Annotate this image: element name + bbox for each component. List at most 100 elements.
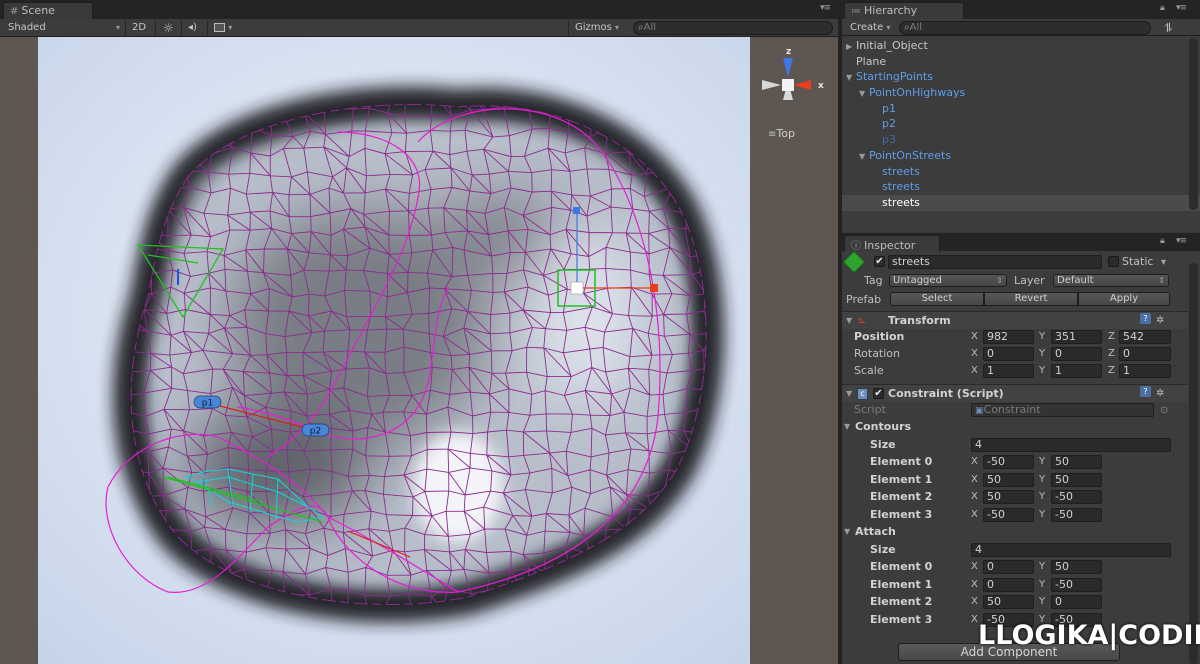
tree-item[interactable]: Plane	[842, 54, 1200, 70]
contours-y-field[interactable]: 50	[1051, 472, 1102, 487]
constraint-enabled-checkbox[interactable]: ✔	[873, 388, 884, 399]
attach-x-field[interactable]: 50	[983, 595, 1034, 610]
scale-z-field[interactable]: 1	[1119, 364, 1171, 378]
lock-icon[interactable]: 🔒︎	[1160, 3, 1165, 13]
size-label: Size	[870, 438, 896, 451]
lock-icon[interactable]: 🔒︎	[1160, 236, 1165, 246]
scene-visibility-icon[interactable]: ⥮	[1164, 21, 1173, 35]
scene-panel: # Scene ▾≡ Shaded ▾ 2D ☼ ◂) ▾ Gizmos ▾ ⌕A…	[0, 0, 838, 664]
panel-menu-icon[interactable]: ▾≡	[1176, 3, 1187, 13]
inspector-scrollbar[interactable]	[1189, 263, 1198, 664]
attach-x-field[interactable]: 0	[983, 577, 1034, 592]
prefab-select-button[interactable]: Select	[890, 292, 984, 306]
view-label[interactable]: ≡Top	[768, 127, 795, 140]
script-field[interactable]: ▣Constraint	[971, 403, 1154, 417]
lighting-toggle-icon[interactable]: ☼	[163, 21, 174, 35]
view-orientation-gizmo[interactable]: z x	[755, 44, 835, 154]
rotation-x-field[interactable]: 0	[983, 347, 1034, 361]
axis-label-y: Y	[1039, 365, 1046, 376]
tree-item[interactable]: p2	[842, 116, 1200, 132]
contours-x-field[interactable]: -50	[983, 507, 1034, 522]
shading-mode-dropdown[interactable]: Shaded ▾	[8, 21, 120, 35]
attach-x-field[interactable]: 0	[983, 560, 1034, 574]
transform-header[interactable]: ▼ ⊾ Transform ? ✲	[842, 311, 1188, 329]
contours-x-field[interactable]: 50	[983, 490, 1034, 505]
contours-y-field[interactable]: -50	[1051, 490, 1102, 505]
scene-search-input[interactable]: ⌕All	[633, 21, 833, 35]
object-picker-icon[interactable]: ⊙	[1160, 402, 1168, 419]
inspector-tabbar: ⓘ Inspector 🔒︎ ▾≡	[842, 233, 1200, 252]
tab-inspector[interactable]: ⓘ Inspector	[844, 235, 940, 252]
axis-z-cone-icon[interactable]	[783, 58, 793, 77]
contours-size-field[interactable]: 4	[971, 438, 1171, 452]
tab-hierarchy[interactable]: ≔ Hierarchy	[844, 2, 964, 19]
scene-canvas[interactable]: p1 p2	[38, 37, 750, 664]
tree-item[interactable]: ▶ Initial_Object	[842, 38, 1200, 54]
center-cube-icon[interactable]	[782, 79, 794, 91]
attach-y-field[interactable]: 0	[1051, 595, 1102, 610]
panel-menu-icon[interactable]: ▾≡	[820, 3, 831, 13]
hierarchy-scrollbar[interactable]	[1189, 38, 1198, 210]
tree-item[interactable]: streets	[842, 194, 1200, 211]
label-p2[interactable]: p2	[301, 423, 330, 437]
foldout-arrow-icon[interactable]: ▼	[844, 523, 850, 540]
audio-toggle-icon[interactable]: ◂)	[188, 21, 197, 35]
effects-dropdown[interactable]: ▾	[214, 21, 244, 35]
tree-item[interactable]: streets	[842, 164, 1200, 180]
position-y-field[interactable]: 351	[1051, 330, 1102, 344]
position-z-field[interactable]: 542	[1119, 330, 1171, 344]
contours-y-field[interactable]: -50	[1051, 507, 1102, 522]
create-dropdown[interactable]: Create ▾	[850, 21, 890, 35]
layer-dropdown[interactable]: Default ⇕	[1053, 274, 1169, 287]
contours-y-field[interactable]: 50	[1051, 455, 1102, 469]
scene-viewport[interactable]: p1 p2	[38, 37, 750, 664]
attach-y-field[interactable]: 50	[1051, 560, 1102, 574]
axis-x-cone-icon[interactable]	[794, 80, 811, 90]
tree-item[interactable]: p3	[842, 132, 1200, 148]
tag-layer-row: Tag Untagged ⇕ Layer Default ⇕	[842, 272, 1188, 289]
constraint-header[interactable]: ▼ c ✔ Constraint (Script) ? ✲	[842, 384, 1188, 402]
chevron-down-icon[interactable]: ▾	[1161, 254, 1166, 271]
tab-scene[interactable]: # Scene	[3, 2, 93, 19]
tree-item[interactable]: ▼ PointOnStreets	[842, 148, 1200, 164]
panel-menu-icon[interactable]: ▾≡	[1176, 236, 1187, 246]
attach-foldout[interactable]: ▼ Attach	[842, 523, 1188, 540]
tree-item[interactable]: p1	[842, 101, 1200, 117]
tag-dropdown[interactable]: Untagged ⇕	[889, 274, 1007, 287]
help-icon[interactable]: ?	[1140, 313, 1151, 324]
axis-neg-x-cone-icon[interactable]	[762, 80, 781, 90]
rotation-y-field[interactable]: 0	[1051, 347, 1102, 361]
scene-toolbar: Shaded ▾ 2D ☼ ◂) ▾ Gizmos ▾ ⌕All	[0, 19, 838, 37]
object-name-field[interactable]: streets	[888, 255, 1102, 269]
axis-z-handle-tip[interactable]	[573, 207, 580, 214]
static-checkbox[interactable]	[1108, 256, 1119, 267]
prefab-apply-button[interactable]: Apply	[1078, 292, 1170, 306]
foldout-arrow-icon[interactable]: ▼	[846, 312, 852, 329]
label-p1[interactable]: p1	[193, 395, 222, 409]
center-handle[interactable]	[570, 281, 584, 295]
rotation-z-field[interactable]: 0	[1119, 347, 1171, 361]
contours-x-field[interactable]: 50	[983, 472, 1034, 487]
scale-y-field[interactable]: 1	[1051, 364, 1102, 378]
scale-x-field[interactable]: 1	[983, 364, 1034, 378]
axis-x-handle-tip[interactable]	[650, 284, 658, 292]
active-checkbox[interactable]: ✔	[874, 256, 885, 267]
foldout-arrow-icon[interactable]: ▼	[846, 385, 852, 402]
gear-icon[interactable]: ✲	[1156, 385, 1164, 402]
position-x-field[interactable]: 982	[983, 330, 1034, 344]
prefab-revert-button[interactable]: Revert	[984, 292, 1078, 306]
foldout-arrow-icon[interactable]: ▼	[844, 418, 850, 435]
help-icon[interactable]: ?	[1140, 386, 1151, 397]
contours-x-field[interactable]: -50	[983, 455, 1034, 469]
attach-y-field[interactable]: -50	[1051, 577, 1102, 592]
hierarchy-search-input[interactable]: ⌕All	[899, 21, 1151, 35]
gear-icon[interactable]: ✲	[1156, 312, 1164, 329]
contours-foldout[interactable]: ▼ Contours	[842, 418, 1188, 435]
toggle-2d-button[interactable]: 2D	[132, 21, 146, 35]
attach-size-field[interactable]: 4	[971, 543, 1171, 557]
gizmos-dropdown[interactable]: Gizmos ▾	[575, 21, 619, 35]
tree-item[interactable]: ▼ PointOnHighways	[842, 85, 1200, 101]
tree-item[interactable]: ▼ StartingPoints	[842, 69, 1200, 85]
tree-item[interactable]: streets	[842, 179, 1200, 195]
axis-label-x: X	[971, 613, 978, 625]
